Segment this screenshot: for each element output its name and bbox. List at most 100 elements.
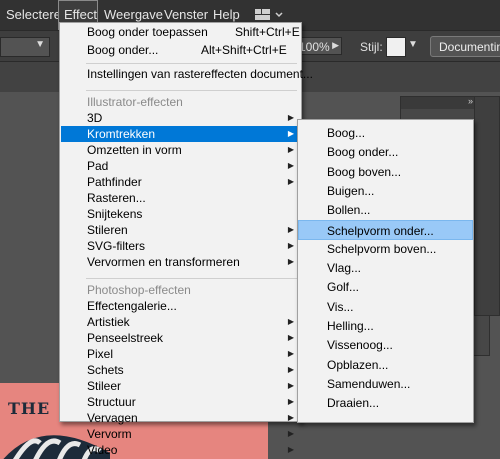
menu-item-label: Omzetten in vorm <box>87 143 182 157</box>
menu-item-label: Pixel <box>87 347 114 361</box>
style-label: Stijl: <box>360 40 383 54</box>
submenu-item-schelpvorm-boven[interactable]: Schelpvorm boven... <box>299 239 472 259</box>
submenu-item-boog-boven[interactable]: Boog boven... <box>299 162 472 182</box>
submenu-arrow-icon: ▶ <box>287 397 294 406</box>
submenu-arrow-icon: ▶ <box>287 381 294 390</box>
menu-item-structuur[interactable]: Structuur ▶ <box>61 394 300 410</box>
menu-item-label: Artistiek <box>87 315 130 329</box>
submenu-item-label: Bollen... <box>327 203 371 218</box>
menu-item-label: 3D <box>87 111 103 125</box>
menu-section-header: Photoshop-effecten <box>61 282 300 298</box>
submenu-item-label: Boog boven... <box>327 164 402 179</box>
menu-item-rasteren[interactable]: Rasteren... <box>61 190 300 206</box>
submenu-item-buigen[interactable]: Buigen... <box>299 181 472 201</box>
menu-item-label: Effectengalerie... <box>87 299 177 313</box>
submenu-arrow-icon: ▶ <box>287 161 294 170</box>
submenu-arrow-icon: ▶ <box>287 349 294 358</box>
menu-section-header: Illustrator-effecten <box>61 94 300 110</box>
menu-item-boog-onder-toepassen[interactable]: Boog onder toepassen Shift+Ctrl+E <box>61 24 300 40</box>
submenu-item-label: Schelpvorm boven... <box>327 241 437 256</box>
menu-item-video[interactable]: Video ▶ <box>61 442 300 458</box>
document-settings-button[interactable]: Documentinstell <box>430 36 500 57</box>
menu-item-snijtekens[interactable]: Snijtekens <box>61 206 300 222</box>
menu-item-label: Schets <box>87 363 124 377</box>
menu-item-kromtrekken[interactable]: Kromtrekken ▶ <box>61 126 300 142</box>
menu-item-svg-filters[interactable]: SVG-filters ▶ <box>61 238 300 254</box>
submenu-arrow-icon: ▶ <box>287 225 294 234</box>
submenu-item-label: Draaien... <box>327 396 380 411</box>
menu-item-pathfinder[interactable]: Pathfinder ▶ <box>61 174 300 190</box>
submenu-item-schelpvorm-onder[interactable]: Schelpvorm onder... <box>298 219 473 240</box>
submenu-item-vissenoog[interactable]: Vissenoog... <box>299 335 472 355</box>
submenu-arrow-icon: ▶ <box>287 241 294 250</box>
chevron-right-icon: ▶ <box>332 40 339 50</box>
submenu-item-label: Boog onder... <box>327 145 399 160</box>
menu-item-label: Boog onder... <box>87 43 159 57</box>
menu-item-label: SVG-filters <box>87 239 146 253</box>
menu-item-omzetten-in-vorm[interactable]: Omzetten in vorm ▶ <box>61 142 300 158</box>
submenu-item-golf[interactable]: Golf... <box>299 277 472 297</box>
style-swatch[interactable] <box>386 37 406 57</box>
submenu-item-label: Vlag... <box>327 261 362 276</box>
menu-item-label: Boog onder toepassen <box>87 25 208 39</box>
submenu-arrow-icon: ▶ <box>287 257 294 266</box>
menu-separator <box>86 63 297 64</box>
submenu-item-bollen[interactable]: Bollen... <box>299 200 472 220</box>
menu-item-vervorm[interactable]: Vervorm ▶ <box>61 426 300 442</box>
submenu-arrow-icon: ▶ <box>287 445 294 454</box>
menu-item-penseelstreek[interactable]: Penseelstreek ▶ <box>61 330 300 346</box>
submenu-item-vlag[interactable]: Vlag... <box>299 258 472 278</box>
submenu-arrow-icon: ▶ <box>287 317 294 326</box>
workspace-switcher-icon[interactable] <box>254 8 284 22</box>
menu-item-label: Structuur <box>87 395 136 409</box>
chevron-down-icon: ▼ <box>35 39 45 50</box>
submenu-item-opblazen[interactable]: Opblazen... <box>299 355 472 375</box>
menu-item-label: Pad <box>87 159 109 173</box>
menu-item-pad[interactable]: Pad ▶ <box>61 158 300 174</box>
menu-item-boog-onder[interactable]: Boog onder... Alt+Shift+Ctrl+E <box>61 42 300 58</box>
submenu-arrow-icon: ▶ <box>287 365 294 374</box>
submenu-arrow-icon: ▶ <box>287 145 294 154</box>
menu-item-pixel[interactable]: Pixel ▶ <box>61 346 300 362</box>
submenu-item-label: Vis... <box>327 299 354 314</box>
menu-item-schets[interactable]: Schets ▶ <box>61 362 300 378</box>
side-panel <box>474 96 500 316</box>
submenu-item-label: Helling... <box>327 319 374 333</box>
collapse-icon[interactable]: » <box>468 96 473 106</box>
submenu-item-boog-onder[interactable]: Boog onder... <box>299 142 472 162</box>
submenu-item-label: Buigen... <box>327 183 375 198</box>
menu-item-stileer[interactable]: Stileer ▶ <box>61 378 300 394</box>
menu-item-label: Kromtrekken <box>87 127 156 141</box>
submenu-arrow-icon: ▶ <box>287 113 294 122</box>
menu-item-label: Stileer <box>87 379 122 393</box>
stroke-dropdown[interactable]: ▼ <box>0 37 50 57</box>
menu-item-label: Vervormen en transformeren <box>87 255 240 269</box>
menu-item-effectengalerie[interactable]: Effectengalerie... <box>61 298 300 314</box>
menu-item-stileren[interactable]: Stileren ▶ <box>61 222 300 238</box>
menu-item-label: Snijtekens <box>87 207 143 221</box>
menu-item-label: Instellingen van rastereffecten document… <box>87 67 313 81</box>
menu-item-vervagen[interactable]: Vervagen ▶ <box>61 410 300 426</box>
effect-menu: Boog onder toepassen Shift+Ctrl+E Boog ond… <box>59 22 313 457</box>
submenu-item-helling[interactable]: Helling... <box>299 316 472 336</box>
submenu-item-draaien[interactable]: Draaien... <box>299 393 472 413</box>
chevron-down-icon[interactable]: ▼ <box>408 39 418 50</box>
menu-item-label: Rasteren... <box>87 191 146 205</box>
menu-item-label: Pathfinder <box>87 175 142 189</box>
menu-item-artistiek[interactable]: Artistiek ▶ <box>61 314 300 330</box>
submenu-item-label: Vissenoog... <box>327 338 393 353</box>
menu-item-label: Illustrator-effecten <box>87 95 183 109</box>
menu-item-label: Photoshop-effecten <box>87 283 191 297</box>
menu-item-3d[interactable]: 3D ▶ <box>61 110 300 126</box>
menu-item-vervormen-en-transformeren[interactable]: Vervormen en transformeren ▶ <box>61 254 300 270</box>
menu-item-instellingen-van-rastereffecten-document[interactable]: Instellingen van rastereffecten document… <box>61 66 313 82</box>
menu-separator <box>86 90 297 91</box>
menu-item-label: Vervagen <box>87 411 138 425</box>
submenu-item-label: Golf... <box>327 280 360 295</box>
submenu-item-boog[interactable]: Boog... <box>299 123 472 143</box>
submenu-arrow-icon: ▶ <box>287 129 294 138</box>
submenu-item-samenduwen[interactable]: Samenduwen... <box>299 374 472 394</box>
zoom-value: 100% <box>299 40 330 54</box>
submenu-item-vis[interactable]: Vis... <box>299 297 472 317</box>
submenu-arrow-icon: ▶ <box>287 429 294 438</box>
